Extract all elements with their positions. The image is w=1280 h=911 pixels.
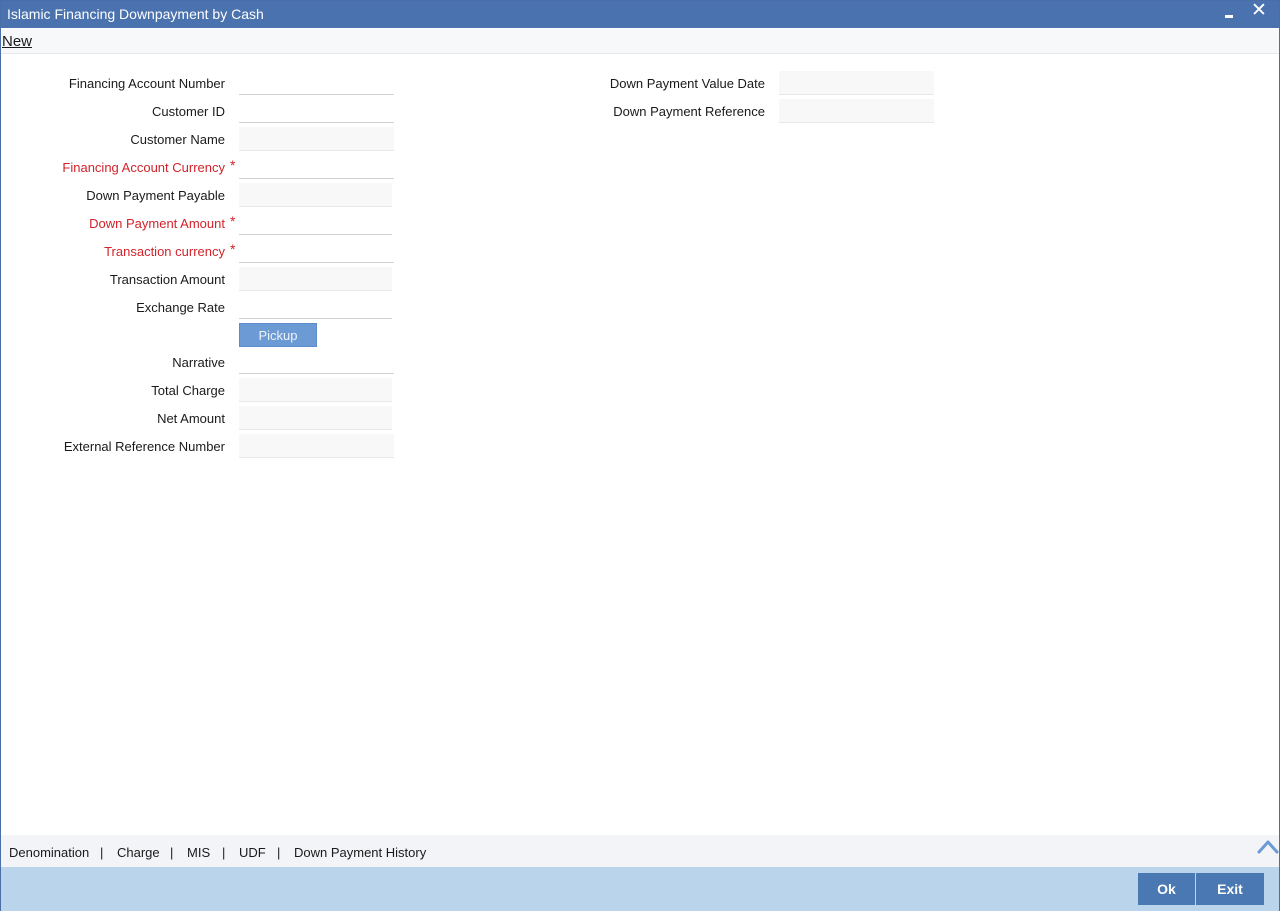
external-reference-number-label: External Reference Number [63, 439, 225, 454]
separator: | [222, 845, 226, 860]
ok-button[interactable]: Ok [1138, 873, 1195, 905]
close-icon[interactable]: ✕ [1249, 1, 1269, 23]
down-payment-value-date-input[interactable] [779, 71, 934, 95]
subsystem-bar: Denomination | Charge | MIS | UDF | Down… [1, 835, 1279, 867]
exchange-rate-input[interactable] [239, 295, 392, 319]
down-payment-payable-input[interactable] [239, 183, 392, 207]
required-marker: * [230, 213, 236, 229]
down-payment-value-date-label: Down Payment Value Date [609, 76, 765, 91]
minimize-icon[interactable] [1221, 5, 1239, 23]
narrative-input[interactable] [239, 350, 394, 374]
financing-account-currency-label: Financing Account Currency [62, 160, 225, 175]
required-marker: * [230, 157, 236, 173]
denomination-link[interactable]: Denomination [9, 845, 89, 860]
net-amount-input[interactable] [239, 406, 392, 430]
total-charge-input[interactable] [239, 378, 392, 402]
net-amount-label: Net Amount [157, 411, 225, 426]
separator: | [100, 845, 104, 860]
down-payment-payable-label: Down Payment Payable [86, 188, 225, 203]
transaction-currency-input[interactable] [239, 239, 394, 263]
down-payment-reference-label: Down Payment Reference [613, 104, 765, 119]
transaction-currency-label: Transaction currency [104, 244, 225, 259]
total-charge-label: Total Charge [151, 383, 225, 398]
customer-id-label: Customer ID [152, 104, 225, 119]
customer-name-input[interactable] [239, 127, 394, 151]
financing-account-currency-input[interactable] [239, 155, 394, 179]
toolbar: New [1, 29, 1279, 54]
separator: | [277, 845, 281, 860]
down-payment-amount-label: Down Payment Amount [89, 216, 225, 231]
exit-button[interactable]: Exit [1196, 873, 1264, 905]
transaction-amount-input[interactable] [239, 267, 392, 291]
down-payment-reference-input[interactable] [779, 99, 934, 123]
mis-link[interactable]: MIS [187, 845, 210, 860]
window: Islamic Financing Downpayment by Cash ✕ … [0, 0, 1280, 911]
required-marker: * [230, 241, 236, 257]
financing-account-number-input[interactable] [239, 71, 394, 95]
footer: Ok Exit [1, 867, 1279, 911]
financing-account-number-label: Financing Account Number [68, 76, 225, 91]
udf-link[interactable]: UDF [239, 845, 266, 860]
narrative-label: Narrative [172, 355, 225, 370]
separator: | [170, 845, 174, 860]
customer-name-label: Customer Name [130, 132, 225, 147]
down-payment-history-link[interactable]: Down Payment History [294, 845, 426, 860]
customer-id-input[interactable] [239, 99, 394, 123]
exchange-rate-label: Exchange Rate [136, 300, 225, 315]
charge-link[interactable]: Charge [117, 845, 160, 860]
new-link[interactable]: New [2, 33, 32, 50]
title-bar: Islamic Financing Downpayment by Cash ✕ [1, 1, 1279, 28]
transaction-amount-label: Transaction Amount [109, 272, 225, 287]
chevron-up-icon[interactable] [1257, 837, 1279, 855]
window-title: Islamic Financing Downpayment by Cash [7, 6, 264, 22]
down-payment-amount-input[interactable] [239, 211, 392, 235]
external-reference-number-input[interactable] [239, 434, 394, 458]
pickup-button[interactable]: Pickup [239, 323, 317, 347]
